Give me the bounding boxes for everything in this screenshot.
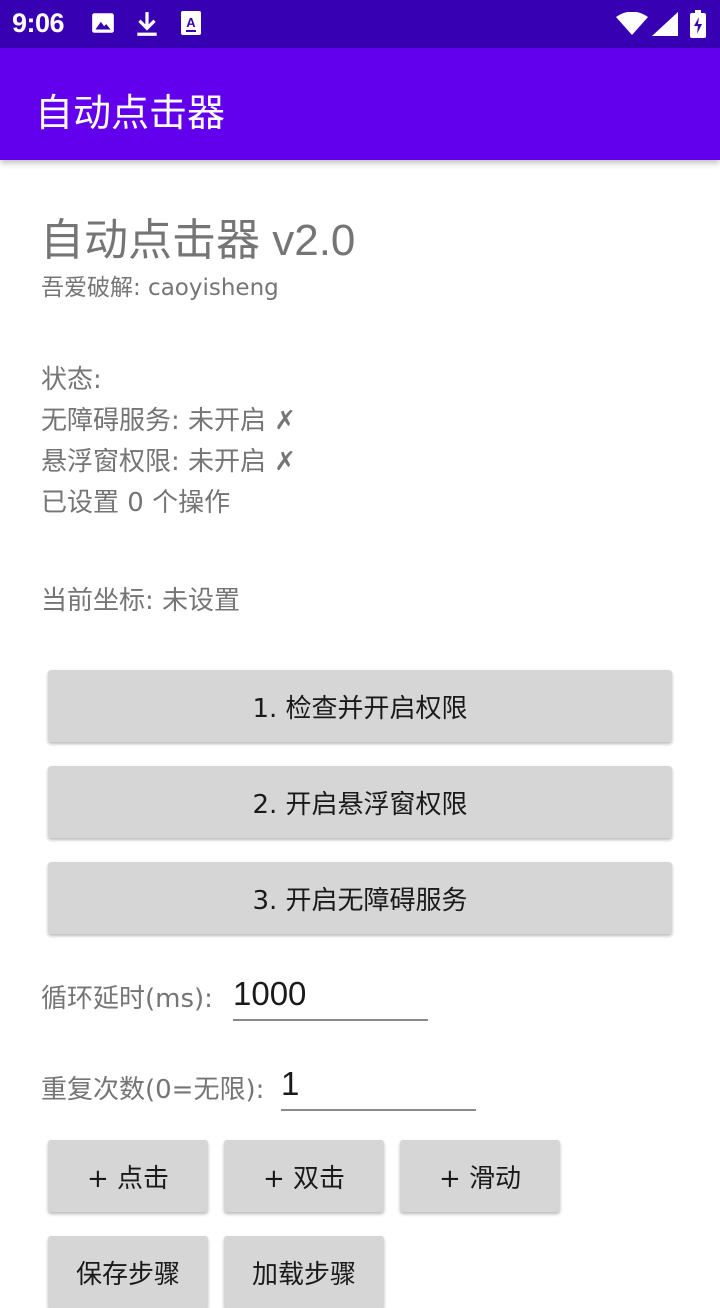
overlay-status: 悬浮窗权限: 未开启 ✗ — [41, 447, 297, 477]
add-double-click-button[interactable]: + 双击 — [224, 1140, 384, 1212]
status-bar: 9:06 A — [0, 0, 720, 48]
page-title: 自动点击器 v2.0 — [40, 216, 356, 265]
loop-delay-input[interactable] — [233, 969, 428, 1021]
page-subtitle: 吾爱破解: caoyisheng — [41, 275, 279, 301]
loop-delay-label: 循环延时(ms): — [41, 984, 213, 1014]
overlay-permission-button[interactable]: 2. 开启悬浮窗权限 — [48, 766, 672, 838]
repeat-count-input[interactable] — [281, 1059, 476, 1111]
repeat-count-label: 重复次数(0=无限): — [41, 1075, 265, 1105]
status-label: 状态: — [41, 365, 102, 395]
image-icon — [90, 10, 116, 40]
app-bar: 自动点击器 — [0, 48, 720, 160]
download-icon — [134, 10, 160, 42]
check-permissions-button[interactable]: 1. 检查并开启权限 — [48, 670, 672, 742]
battery-icon — [690, 10, 706, 42]
svg-text:A: A — [186, 15, 196, 30]
app-title: 自动点击器 — [35, 91, 226, 135]
status-time: 9:06 — [12, 8, 65, 38]
status-panel: 状态: 无障碍服务: 未开启 ✗ 悬浮窗权限: 未开启 ✗ 已设置 0 个操作 — [41, 360, 296, 524]
signal-icon — [652, 12, 678, 40]
actions-count: 已设置 0 个操作 — [41, 488, 231, 518]
save-steps-button[interactable]: 保存步骤 — [48, 1236, 208, 1308]
text-notification-icon: A — [180, 10, 202, 40]
accessibility-status: 无障碍服务: 未开启 ✗ — [41, 406, 297, 436]
add-click-button[interactable]: + 点击 — [48, 1140, 208, 1212]
load-steps-button[interactable]: 加载步骤 — [224, 1236, 384, 1308]
current-coordinates: 当前坐标: 未设置 — [41, 586, 241, 616]
wifi-icon — [616, 11, 648, 40]
add-swipe-button[interactable]: + 滑动 — [400, 1140, 560, 1212]
accessibility-service-button[interactable]: 3. 开启无障碍服务 — [48, 862, 672, 934]
